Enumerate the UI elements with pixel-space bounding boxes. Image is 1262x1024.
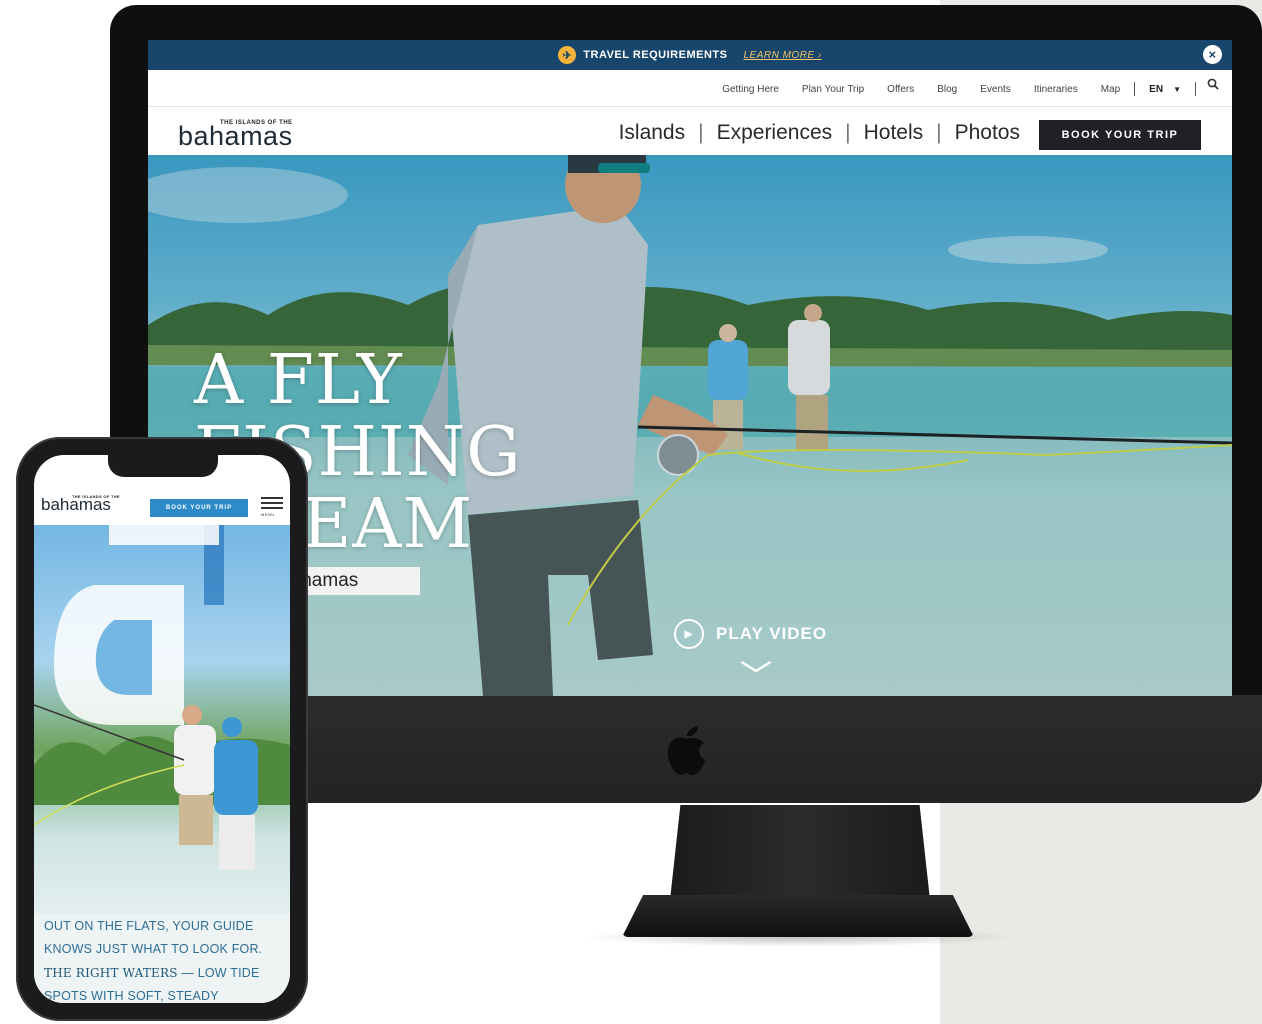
alert-text: TRAVEL REQUIREMENTS [583, 49, 728, 61]
intro-line: OUT ON THE FLATS, YOUR GUIDE [44, 919, 254, 933]
monitor-stand-foot [622, 895, 974, 937]
nav-link-islands[interactable]: Islands [619, 121, 686, 145]
apple-logo-icon [667, 726, 705, 775]
nav-link-hotels[interactable]: Hotels [864, 121, 924, 145]
airplane-icon: ✈ [558, 46, 577, 64]
intro-line: KNOWS JUST WHAT TO LOOK FOR. [44, 942, 263, 956]
hamburger-menu-icon[interactable]: MENU [261, 497, 283, 517]
util-link-blog[interactable]: Blog [937, 84, 957, 95]
intro-line-rest: — LOW TIDE [181, 966, 260, 980]
play-video-button[interactable]: ▶ PLAY VIDEO [674, 619, 827, 649]
hero-title-line: A FLY [194, 341, 403, 420]
nav-link-experiences[interactable]: Experiences [717, 121, 833, 145]
close-icon[interactable]: × [1203, 45, 1222, 64]
caret-down-icon: ▼ [1173, 84, 1181, 94]
divider [1134, 82, 1136, 96]
mobile-hero-photo [34, 525, 290, 870]
desktop-screen: ✈ TRAVEL REQUIREMENTS LEARN MORE › × Get… [148, 40, 1232, 696]
phone-notch [108, 455, 218, 477]
mobile-hero [34, 525, 290, 915]
divider [1195, 82, 1196, 96]
intro-emphasis: THE RIGHT WATERS [44, 966, 178, 980]
intro-line: THE RIGHT WATERS — LOW TIDE [44, 966, 260, 980]
hero-video[interactable]: A FLY FISHING DREAM Bahamas ▶ PLAY VIDEO [148, 155, 1232, 696]
menu-label: MENU [261, 512, 275, 517]
play-icon: ▶ [674, 619, 704, 649]
search-icon[interactable] [1207, 77, 1219, 93]
mobile-header: THE ISLANDS OF THE bahamas BOOK YOUR TRI… [34, 485, 290, 525]
util-link-itineraries[interactable]: Itineraries [1034, 84, 1078, 95]
travel-alert-bar: ✈ TRAVEL REQUIREMENTS LEARN MORE › × [148, 40, 1232, 70]
divider: | [936, 121, 942, 144]
divider: | [698, 121, 704, 144]
mobile-screen: THE ISLANDS OF THE bahamas BOOK YOUR TRI… [34, 455, 290, 1003]
monitor-stand-neck [670, 805, 930, 900]
util-link-plan-your-trip[interactable]: Plan Your Trip [802, 84, 864, 95]
book-your-trip-button[interactable]: BOOK YOUR TRIP [1039, 120, 1201, 150]
learn-more-link[interactable]: LEARN MORE › [743, 50, 821, 61]
util-link-offers[interactable]: Offers [887, 84, 914, 95]
divider: | [845, 121, 851, 144]
language-value: EN [1149, 83, 1164, 95]
play-video-label: PLAY VIDEO [716, 624, 828, 643]
mobile-phone: THE ISLANDS OF THE bahamas BOOK YOUR TRI… [16, 437, 308, 1021]
language-selector[interactable]: EN ▼ [1149, 84, 1181, 95]
main-nav: THE ISLANDS OF THE bahamas Islands | Exp… [148, 107, 1232, 155]
util-link-getting-here[interactable]: Getting Here [722, 84, 779, 95]
intro-line: SPOTS WITH SOFT, STEADY [44, 989, 219, 1003]
mobile-logo-wordmark[interactable]: bahamas [41, 495, 111, 515]
util-link-map[interactable]: Map [1101, 84, 1120, 95]
mobile-book-your-trip-button[interactable]: BOOK YOUR TRIP [150, 499, 248, 517]
util-link-events[interactable]: Events [980, 84, 1011, 95]
utility-nav: Getting Here Plan Your Trip Offers Blog … [148, 70, 1232, 107]
nav-link-photos[interactable]: Photos [955, 121, 1020, 145]
logo-wordmark: bahamas [178, 121, 293, 151]
mobile-intro-text: OUT ON THE FLATS, YOUR GUIDE KNOWS JUST … [34, 915, 290, 1003]
